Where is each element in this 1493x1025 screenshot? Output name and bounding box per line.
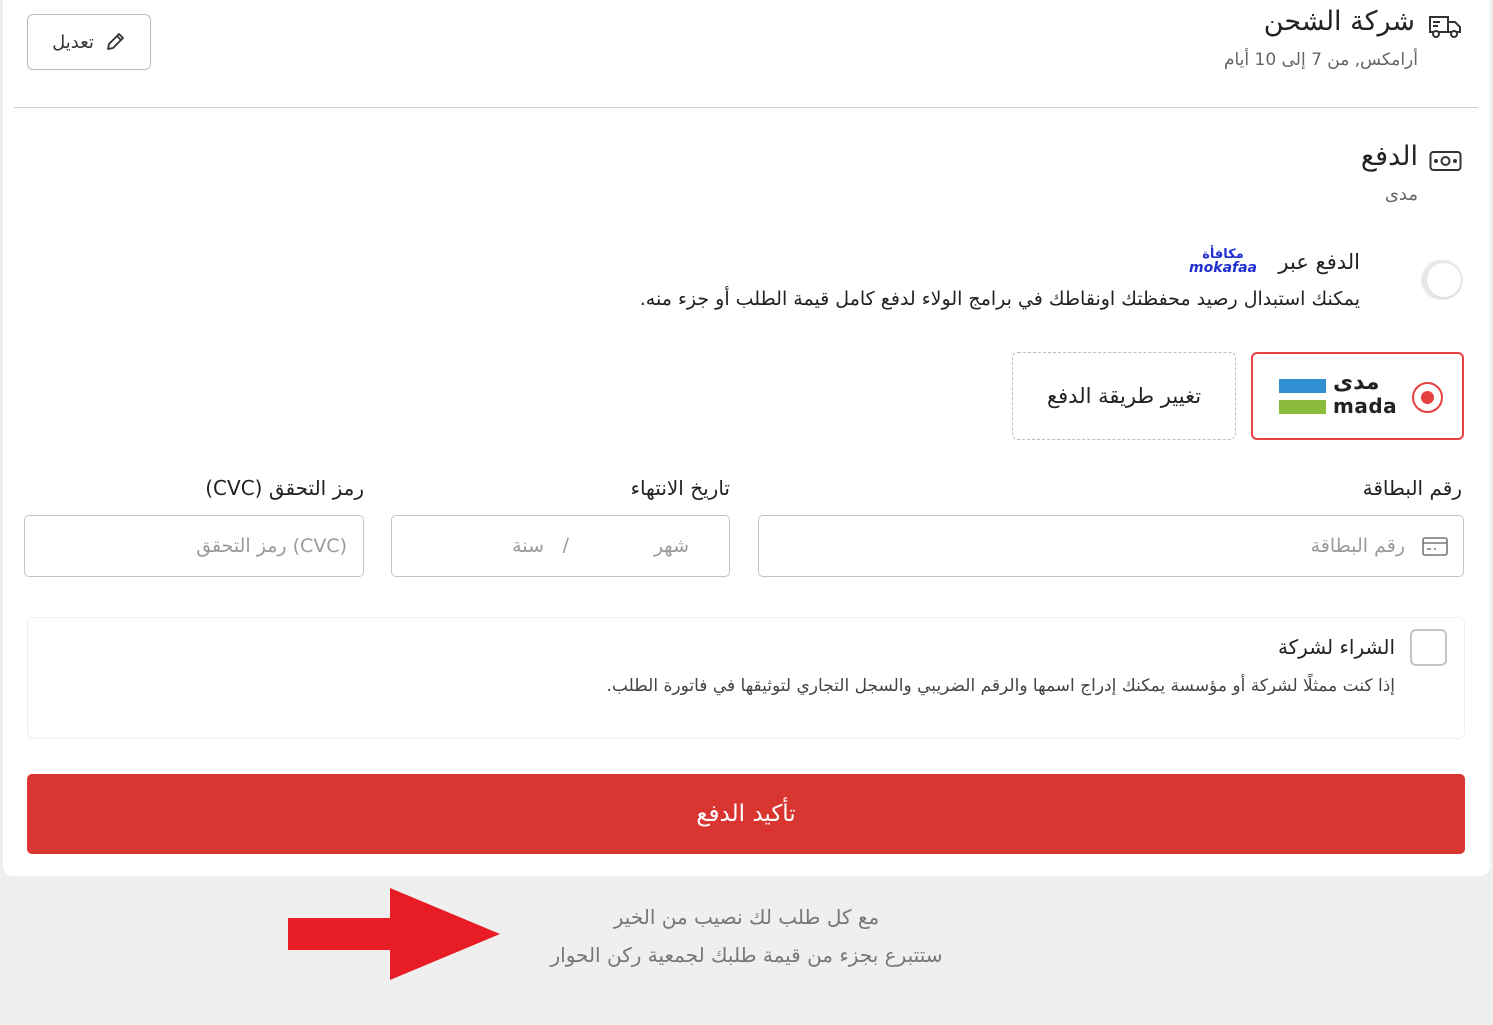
- change-payment-label: تغيير طريقة الدفع: [1046, 384, 1202, 408]
- expiry-label: تاريخ الانتهاء: [630, 476, 730, 500]
- mokafaa-description: يمكنك استبدال رصيد محفظتك اونقاطك في برا…: [639, 288, 1360, 310]
- change-payment-method-button[interactable]: تغيير طريقة الدفع: [1012, 352, 1236, 440]
- credit-card-icon: [1422, 537, 1448, 556]
- mokafaa-logo: مكافأة mokafaa: [1189, 248, 1257, 275]
- truck-icon: [1429, 16, 1461, 38]
- pencil-icon: [107, 33, 124, 50]
- annotation-arrow-icon: [288, 888, 500, 980]
- footer-charity-line1: مع كل طلب لك نصيب من الخير: [613, 905, 880, 929]
- payment-title: الدفع: [1360, 141, 1418, 172]
- expiry-month-input[interactable]: [569, 516, 689, 576]
- payment-subtitle: مدى: [1384, 184, 1418, 205]
- mokafaa-label: الدفع عبر: [1278, 250, 1360, 274]
- checkout-card: شركة الشحن أرامكس, من 7 إلى 10 أيام تعدي…: [3, 0, 1490, 876]
- money-icon: [1429, 151, 1462, 171]
- confirm-payment-button[interactable]: تأكيد الدفع: [27, 774, 1465, 854]
- mada-radio[interactable]: [1412, 382, 1443, 413]
- section-divider: [14, 107, 1478, 108]
- footer-charity-line2: ستتبرع بجزء من قيمة طلبك لجمعية ركن الحو…: [550, 943, 943, 967]
- mada-logo-ar: مدى: [1333, 370, 1380, 395]
- mada-logo-blue-bar: [1279, 379, 1326, 393]
- card-number-label: رقم البطاقة: [1362, 476, 1462, 500]
- mada-logo: مدى mada: [1279, 370, 1398, 418]
- card-number-input[interactable]: [758, 515, 1464, 577]
- company-purchase-checkbox[interactable]: [1410, 629, 1447, 666]
- company-purchase-title: الشراء لشركة: [1277, 635, 1395, 659]
- expiry-year-input[interactable]: [424, 516, 544, 576]
- cvc-label: رمز التحقق (CVC): [205, 476, 364, 500]
- edit-label: تعديل: [52, 31, 94, 53]
- expiry-separator: /: [562, 534, 569, 556]
- mada-logo-green-bar: [1279, 400, 1326, 414]
- mokafaa-logo-en: mokafaa: [1189, 260, 1257, 276]
- shipping-subtitle: أرامكس, من 7 إلى 10 أيام: [1223, 50, 1418, 70]
- cvc-input[interactable]: [24, 515, 364, 577]
- mokafaa-toggle[interactable]: [1421, 260, 1463, 300]
- edit-shipping-button[interactable]: تعديل: [27, 14, 151, 70]
- expiry-field: /: [391, 515, 730, 577]
- mada-logo-en: mada: [1333, 394, 1398, 418]
- shipping-title: شركة الشحن: [1263, 6, 1415, 37]
- mada-method-option[interactable]: مدى mada: [1251, 352, 1464, 440]
- company-purchase-description: إذا كنت ممثلًا لشركة أو مؤسسة يمكنك إدرا…: [606, 676, 1395, 696]
